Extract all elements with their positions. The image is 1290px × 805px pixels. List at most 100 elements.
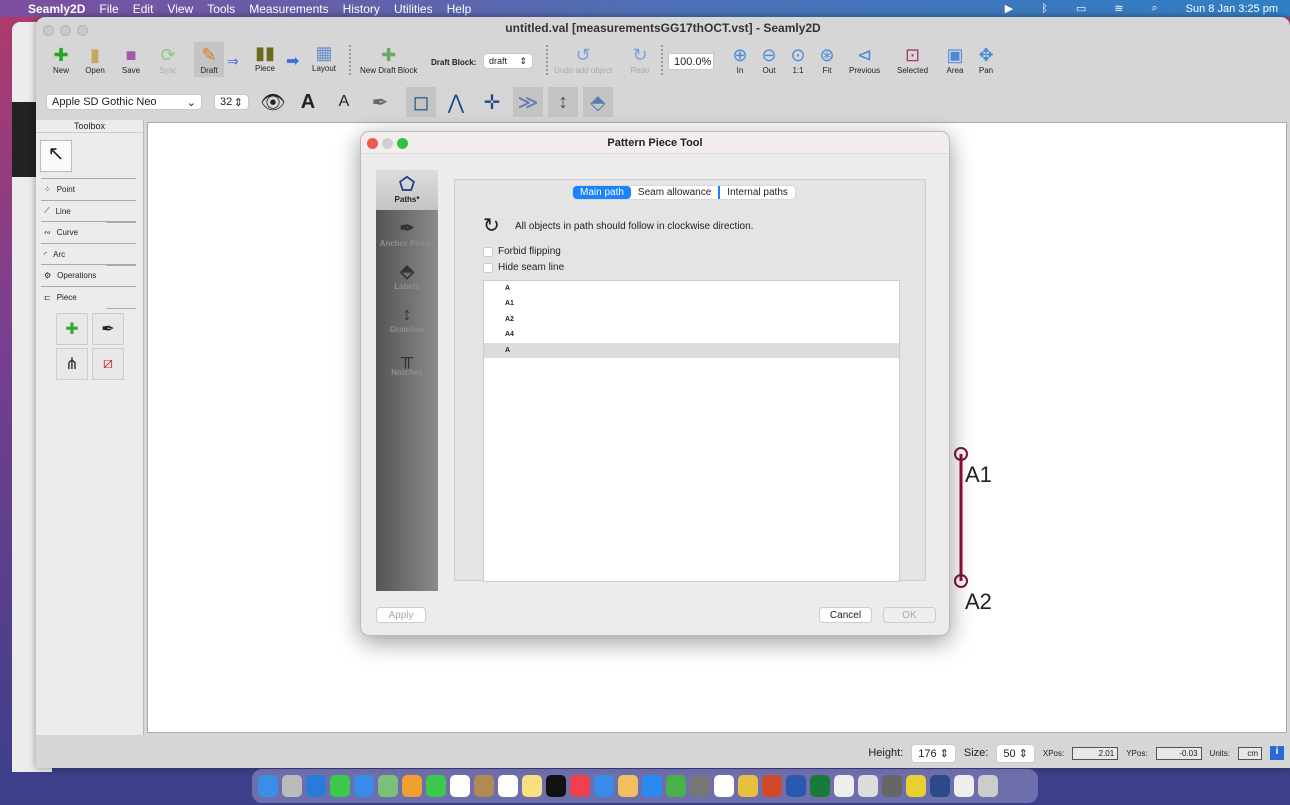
safari-icon[interactable] (306, 775, 326, 797)
slack-icon[interactable] (714, 775, 734, 797)
documents-icon[interactable] (954, 775, 974, 797)
app-store-icon[interactable] (642, 775, 662, 797)
trash-icon[interactable] (978, 775, 998, 797)
font-select[interactable]: Apple SD Gothic Neo⌄ (46, 94, 202, 110)
calculator-icon[interactable] (882, 775, 902, 797)
sidebar-item-anchor-points[interactable]: ✒Anchor Points (376, 218, 438, 248)
menu-utilities[interactable]: Utilities (394, 2, 433, 16)
tool-point-icon[interactable]: ✛ (477, 87, 507, 117)
seamly2d-icon[interactable] (906, 775, 926, 797)
list-item[interactable]: A4 (484, 327, 899, 342)
toolbox-group-line[interactable]: ⟋Line (41, 200, 136, 221)
select-pointer-button[interactable]: ↖ (40, 140, 72, 172)
zoom-input[interactable]: 100.0% (668, 53, 714, 70)
sync-button[interactable]: ⟳Sync (157, 44, 179, 75)
finder-icon[interactable] (258, 775, 278, 797)
draft-block-select[interactable]: draft⇕ (483, 53, 533, 69)
path-list[interactable]: A A1 A2 A4 A (483, 280, 900, 582)
label-color-icon[interactable]: ✒ (365, 87, 395, 117)
toolbox-group-point[interactable]: ⁘Point (41, 178, 136, 199)
eye-icon[interactable]: 👁 (258, 87, 288, 117)
zoom-in-button[interactable]: ⊕In (729, 44, 751, 75)
tool-piece-path-icon[interactable]: ◻ (406, 87, 436, 117)
size-select[interactable]: 50 ⇕ (996, 744, 1035, 763)
mail-icon[interactable] (354, 775, 374, 797)
tool-spline-path-icon[interactable]: ⋀ (441, 87, 471, 117)
list-item-selected[interactable]: A (484, 343, 899, 358)
font-size-select[interactable]: 32⇕ (214, 94, 249, 110)
new-draft-block-button[interactable]: ✚New Draft Block (360, 44, 417, 75)
cancel-button[interactable]: Cancel (819, 607, 872, 623)
toolbox-group-curve[interactable]: ∾Curve (41, 221, 136, 242)
piece-mode-button[interactable]: ▮▮Piece (254, 42, 276, 73)
list-item[interactable]: A (484, 281, 899, 296)
internal-path-button[interactable]: ⧄ (92, 348, 124, 380)
launchpad-icon[interactable] (282, 775, 302, 797)
sidebar-item-paths[interactable]: ⬠Paths* (376, 170, 438, 210)
undo-button[interactable]: ↺Undo add object (554, 44, 612, 75)
search-icon[interactable]: ⌕ (1151, 2, 1157, 15)
toolbox-group-operations[interactable]: ⚙Operations (41, 264, 136, 285)
keynote-icon[interactable] (594, 775, 614, 797)
bluetooth-icon[interactable]: ᛒ (1041, 3, 1048, 15)
word-icon[interactable] (786, 775, 806, 797)
maps-icon[interactable] (378, 775, 398, 797)
open-button[interactable]: ▮Open (84, 44, 106, 75)
point-label-a1[interactable]: A1 (965, 462, 992, 488)
notes-icon[interactable] (522, 775, 542, 797)
toolbox-group-piece[interactable]: ⊏Piece (41, 286, 136, 307)
menu-tools[interactable]: Tools (207, 2, 235, 16)
play-icon[interactable]: ▶ (1005, 2, 1013, 15)
dialog-zoom-button[interactable] (397, 138, 408, 149)
menu-app[interactable]: Seamly2D (28, 2, 85, 16)
pages-icon[interactable] (618, 775, 638, 797)
save-button[interactable]: ■Save (120, 44, 142, 75)
contacts-icon[interactable] (474, 775, 494, 797)
dialog-close-button[interactable] (367, 138, 378, 149)
clock[interactable]: Sun 8 Jan 3:25 pm (1186, 3, 1278, 15)
chrome-icon[interactable] (738, 775, 758, 797)
forbid-flipping-checkbox[interactable]: Forbid flipping (483, 246, 561, 257)
ok-button[interactable]: OK (883, 607, 936, 623)
facetime-icon[interactable] (426, 775, 446, 797)
redo-button[interactable]: ↻Redo (629, 44, 651, 75)
anchor-point-button[interactable]: ✒ (92, 313, 124, 345)
reminders-icon[interactable] (498, 775, 518, 797)
downloads-icon[interactable] (930, 775, 950, 797)
list-item[interactable]: A2 (484, 312, 899, 327)
tab-main-path[interactable]: Main path (573, 186, 631, 199)
battery-icon[interactable]: ▭ (1076, 2, 1086, 15)
sidebar-item-notches[interactable]: ╥Notches (376, 347, 438, 377)
zoom-area-button[interactable]: ▣Area (944, 44, 966, 75)
dialog-minimize-button[interactable] (382, 138, 393, 149)
tool-grainline-icon[interactable]: ↕ (548, 87, 578, 117)
zoom-out-button[interactable]: ⊖Out (758, 44, 780, 75)
tab-internal-paths[interactable]: Internal paths (720, 186, 795, 199)
system-settings-icon[interactable] (690, 775, 710, 797)
calendar-icon[interactable] (450, 775, 470, 797)
point-label-a2[interactable]: A2 (965, 589, 992, 615)
tool-seam-icon[interactable]: ≫ (513, 87, 543, 117)
menu-history[interactable]: History (343, 2, 380, 16)
tool-label-tag-icon[interactable]: ⬘ (583, 87, 613, 117)
union-button[interactable]: ⋔ (56, 348, 88, 380)
add-piece-button[interactable]: ✚ (56, 313, 88, 345)
increase-font-icon[interactable]: A (293, 87, 323, 117)
menu-help[interactable]: Help (447, 2, 472, 16)
sidebar-item-grainline[interactable]: ↕Grainline (376, 304, 438, 334)
layout-mode-button[interactable]: ▦Layout (312, 42, 336, 73)
apply-button[interactable]: Apply (376, 607, 426, 623)
menu-measurements[interactable]: Measurements (249, 2, 328, 16)
excel-icon[interactable] (810, 775, 830, 797)
pan-button[interactable]: ✥Pan (975, 44, 997, 75)
wifi-icon[interactable]: ≋ (1114, 2, 1123, 15)
powerpoint-icon[interactable] (762, 775, 782, 797)
photos-icon[interactable] (402, 775, 422, 797)
menu-edit[interactable]: Edit (133, 2, 154, 16)
draft-mode-button[interactable]: ✎Draft (194, 42, 224, 77)
list-item[interactable]: A1 (484, 296, 899, 311)
zoom-previous-button[interactable]: ⊲Previous (849, 44, 880, 75)
tab-seam-allowance[interactable]: Seam allowance (631, 186, 720, 199)
zoom-1-1-button[interactable]: ⊙1:1 (787, 44, 809, 75)
printer-icon[interactable] (834, 775, 854, 797)
